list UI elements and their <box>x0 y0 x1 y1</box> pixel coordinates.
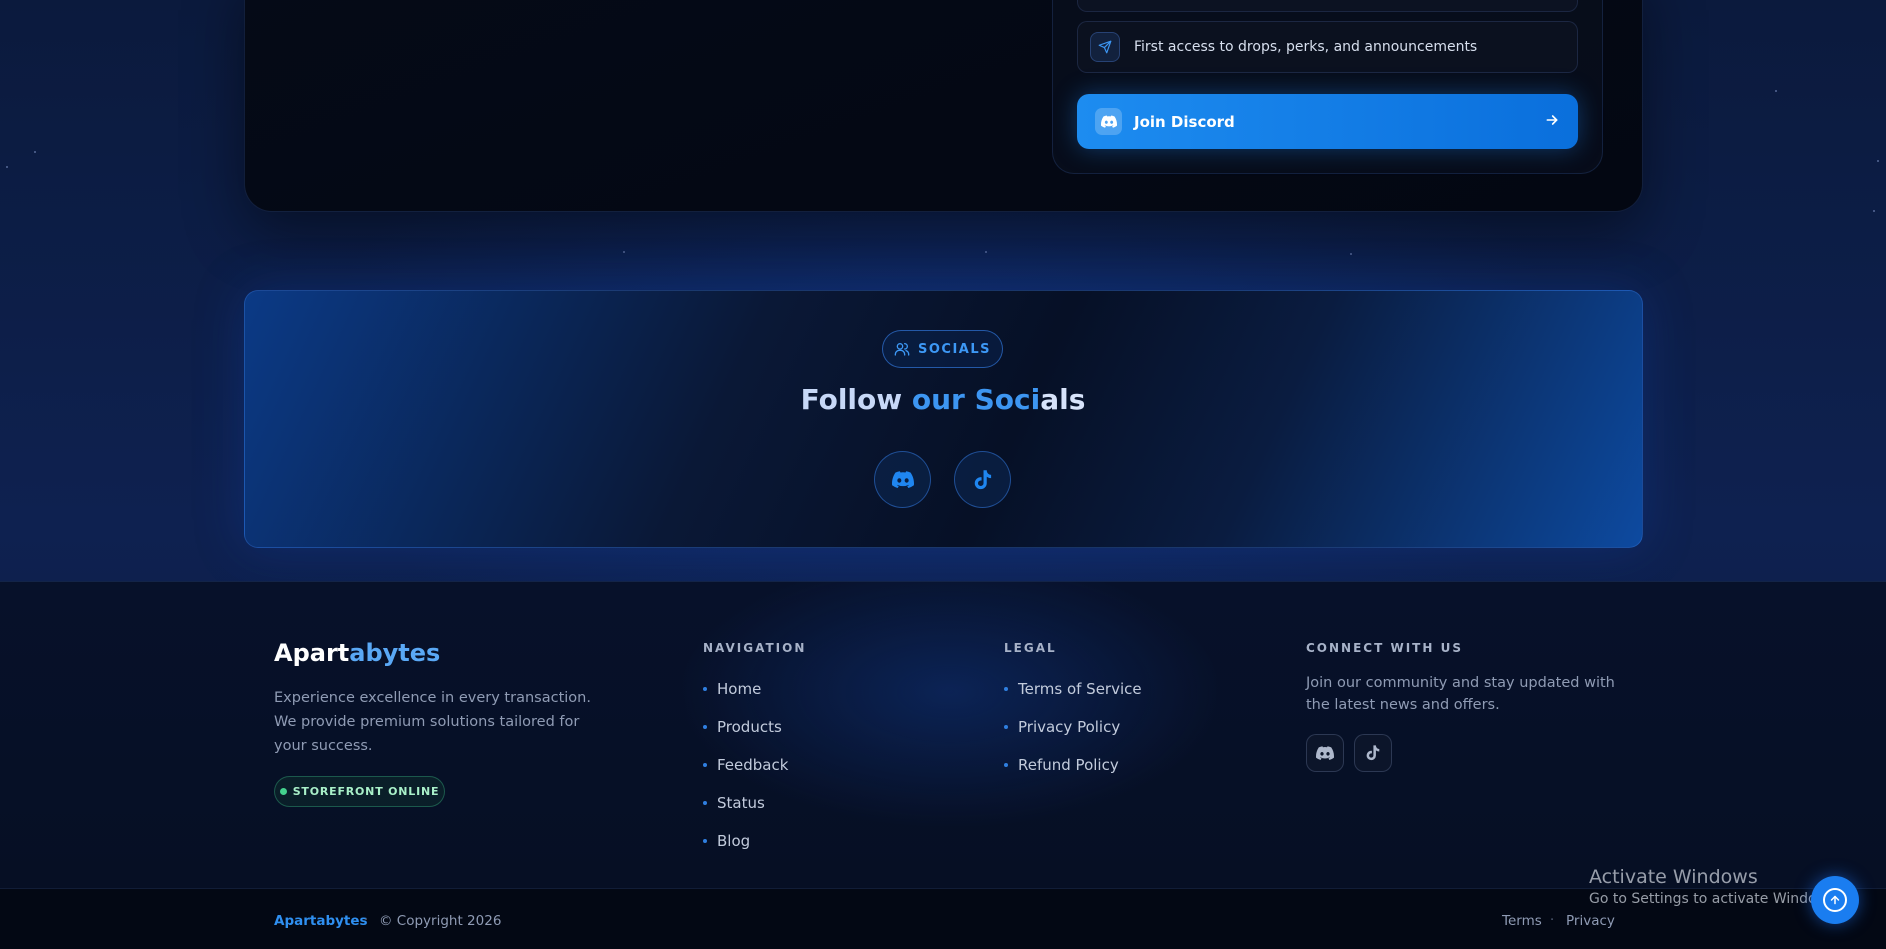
legal-link-privacy[interactable]: Privacy Policy <box>1004 708 1142 746</box>
activation-watermark: Activate Windows Go to Settings to activ… <box>1589 866 1840 907</box>
join-discord-button[interactable]: Join Discord <box>1077 94 1578 149</box>
status-dot-icon <box>279 788 287 795</box>
nav-link-products[interactable]: Products <box>703 708 788 746</box>
back-to-top-button[interactable] <box>1811 876 1859 924</box>
footer-description: Experience excellence in every transacti… <box>274 690 591 754</box>
arrow-up-icon <box>1823 888 1847 912</box>
tiktok-icon <box>974 469 991 489</box>
legal-heading: LEGAL <box>1004 641 1057 655</box>
socials-section <box>244 290 1643 548</box>
legal-links: Terms of Service Privacy Policy Refund P… <box>1004 670 1142 784</box>
perk-item <box>1077 0 1578 12</box>
bottom-privacy-link[interactable]: Privacy <box>1566 913 1615 929</box>
connect-heading: CONNECT WITH US <box>1306 641 1463 655</box>
discord-icon <box>1316 746 1334 760</box>
discord-social-link[interactable] <box>874 451 931 508</box>
separator: · <box>364 913 369 928</box>
legal-link-terms[interactable]: Terms of Service <box>1004 670 1142 708</box>
nav-link-feedback[interactable]: Feedback <box>703 746 788 784</box>
arrow-right-icon <box>1546 115 1558 125</box>
navigation-heading: NAVIGATION <box>703 641 807 655</box>
send-icon <box>1090 32 1120 62</box>
copyright-text: © Copyright 2026 <box>379 913 502 929</box>
navigation-links: Home Products Feedback Status Blog <box>703 670 788 860</box>
tiktok-icon <box>1366 745 1380 761</box>
status-badge: STOREFRONT ONLINE <box>274 776 445 807</box>
footer-tiktok-link[interactable] <box>1354 734 1392 772</box>
discord-icon <box>1095 108 1122 135</box>
tiktok-social-link[interactable] <box>954 451 1011 508</box>
bottom-terms-link[interactable]: Terms <box>1502 913 1542 929</box>
perk-item: First access to drops, perks, and announ… <box>1077 21 1578 73</box>
socials-title: Follow our Socials <box>800 383 1086 416</box>
socials-badge-label: SOCIALS <box>918 341 991 357</box>
legal-link-refund[interactable]: Refund Policy <box>1004 746 1142 784</box>
separator: · <box>1550 913 1555 928</box>
nav-link-status[interactable]: Status <box>703 784 788 822</box>
nav-link-home[interactable]: Home <box>703 670 788 708</box>
status-label: STOREFRONT ONLINE <box>292 785 440 798</box>
perk-text: First access to drops, perks, and announ… <box>1134 39 1478 55</box>
discord-icon <box>891 471 914 488</box>
join-discord-label: Join Discord <box>1134 112 1235 131</box>
socials-badge: SOCIALS <box>882 330 1003 368</box>
footer-discord-link[interactable] <box>1306 734 1344 772</box>
connect-description: Join our community and stay updated with… <box>1306 675 1615 713</box>
users-icon <box>894 343 910 356</box>
nav-link-blog[interactable]: Blog <box>703 822 788 860</box>
footer-brand[interactable]: Apartabytes <box>274 639 440 667</box>
copyright-brand[interactable]: Apartabytes <box>274 913 368 929</box>
